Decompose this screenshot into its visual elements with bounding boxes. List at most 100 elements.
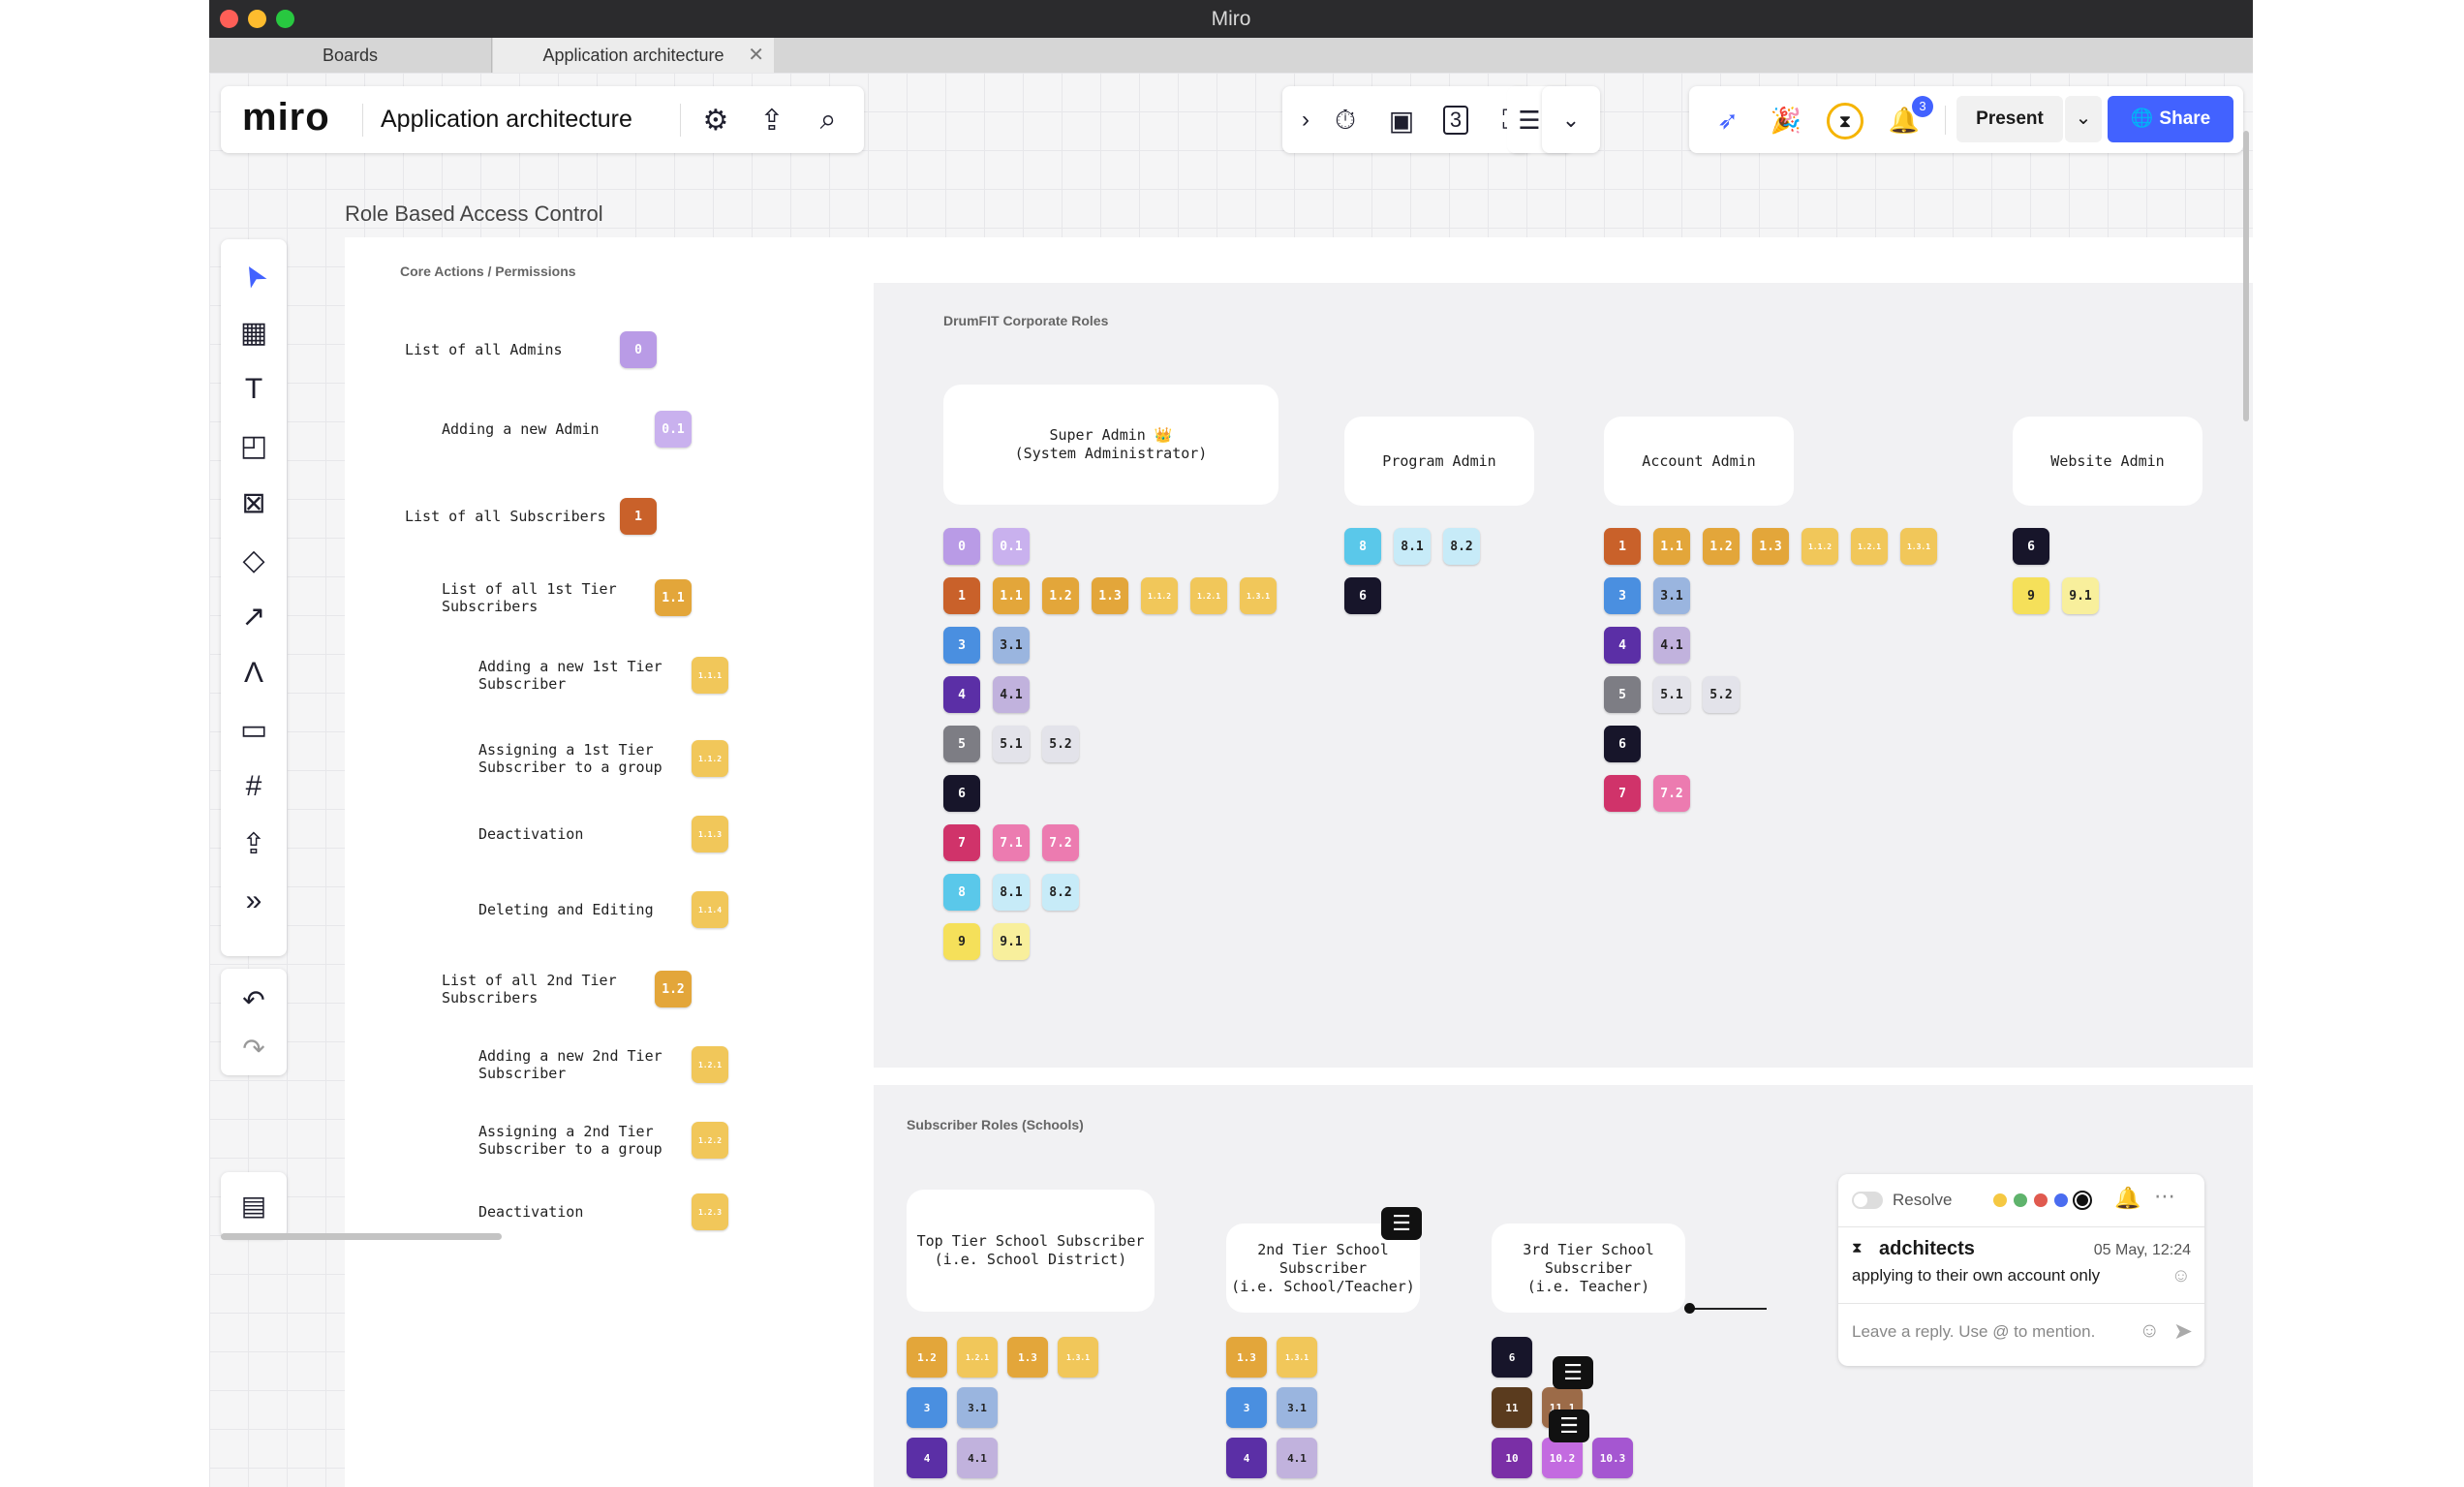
- search-icon[interactable]: ⌕: [808, 100, 848, 140]
- zoom-window-button[interactable]: [276, 10, 294, 28]
- permission-badge[interactable]: 6: [1492, 1337, 1532, 1378]
- shapes-icon[interactable]: ◇: [234, 541, 273, 579]
- role-card[interactable]: Super Admin 👑 (System Administrator): [943, 385, 1278, 505]
- permission-item[interactable]: List of all Admins: [399, 323, 614, 377]
- permission-badge[interactable]: 1.1.2: [1141, 577, 1178, 614]
- send-icon[interactable]: ➤: [2173, 1317, 2193, 1346]
- permission-badge[interactable]: 1.1.2: [1802, 528, 1838, 565]
- template-icon[interactable]: ▦: [234, 314, 273, 353]
- minimize-window-button[interactable]: [248, 10, 266, 28]
- permission-badge[interactable]: 0: [943, 528, 980, 565]
- frame-icon[interactable]: #: [234, 767, 273, 806]
- permission-badge[interactable]: 4.1: [993, 676, 1030, 713]
- permission-badge[interactable]: 9: [2013, 577, 2049, 614]
- color-dot-blue[interactable]: [2054, 1193, 2068, 1207]
- permission-badge[interactable]: 6: [1344, 577, 1381, 614]
- permission-badge[interactable]: 1.2: [907, 1337, 947, 1378]
- horizontal-scrollbar[interactable]: [221, 1233, 502, 1240]
- permission-badge[interactable]: 4.1: [957, 1438, 998, 1478]
- role-card[interactable]: 3rd Tier School Subscriber (i.e. Teacher…: [1492, 1224, 1685, 1313]
- permission-badge[interactable]: 4.1: [1653, 627, 1690, 664]
- permission-item[interactable]: Adding a new Admin: [436, 402, 651, 456]
- arrow-icon[interactable]: ↗: [234, 598, 273, 636]
- permission-badge[interactable]: 1.1.3: [692, 816, 728, 852]
- permission-badge[interactable]: 1.3.1: [1058, 1337, 1098, 1378]
- permission-badge[interactable]: 7: [943, 824, 980, 861]
- voting-icon[interactable]: ▣: [1383, 102, 1420, 139]
- vertical-scrollbar[interactable]: [2243, 131, 2249, 421]
- upload-icon[interactable]: ⇪: [234, 824, 273, 863]
- permission-badge[interactable]: 1.2.1: [1851, 528, 1888, 565]
- close-tab-icon[interactable]: ✕: [748, 38, 764, 73]
- permission-badge[interactable]: 8.2: [1443, 528, 1480, 565]
- permission-badge[interactable]: 6: [2013, 528, 2049, 565]
- permission-item[interactable]: Deactivation: [473, 805, 688, 863]
- more-options-icon[interactable]: ⋯: [2154, 1184, 2175, 1209]
- role-card[interactable]: Website Admin: [2013, 417, 2202, 506]
- bell-icon[interactable]: 🔔: [2114, 1186, 2141, 1211]
- board-panel-toggle[interactable]: ▤: [221, 1172, 287, 1238]
- close-window-button[interactable]: [220, 10, 238, 28]
- permission-badge[interactable]: 4: [1604, 627, 1641, 664]
- permission-badge[interactable]: 1.1: [1653, 528, 1690, 565]
- permission-badge[interactable]: 1.2: [655, 971, 692, 1007]
- permission-badge[interactable]: 3: [907, 1387, 947, 1428]
- tab-application-architecture[interactable]: Application architecture ✕: [493, 38, 774, 73]
- permission-badge[interactable]: 10.3: [1592, 1438, 1633, 1478]
- comment-marker-icon[interactable]: ☰: [1381, 1207, 1422, 1240]
- permission-item[interactable]: Assigning a 1st Tier Subscriber to a gro…: [473, 724, 688, 793]
- permission-badge[interactable]: 4: [943, 676, 980, 713]
- present-options-dropdown[interactable]: ⌄: [2065, 96, 2102, 142]
- tab-boards[interactable]: Boards: [209, 38, 492, 73]
- permission-badge[interactable]: 0: [620, 331, 657, 368]
- resolve-toggle[interactable]: [1852, 1192, 1883, 1209]
- permission-badge[interactable]: 1.3.1: [1900, 528, 1937, 565]
- permission-badge[interactable]: 1.2: [1042, 577, 1079, 614]
- permission-item[interactable]: Adding a new 2nd Tier Subscriber: [473, 1030, 688, 1100]
- permission-badge[interactable]: 1.2.3: [692, 1193, 728, 1230]
- permission-badge[interactable]: 3.1: [993, 627, 1030, 664]
- timer-icon[interactable]: ⏱: [1327, 102, 1364, 139]
- permission-badge[interactable]: 3: [1226, 1387, 1267, 1428]
- comment-marker-icon[interactable]: ☰: [1549, 1410, 1589, 1442]
- sticky-note-icon[interactable]: ◰: [234, 427, 273, 466]
- permission-badge[interactable]: 3: [943, 627, 980, 664]
- redo-icon[interactable]: ↷: [234, 1029, 273, 1068]
- permission-item[interactable]: List of all 2nd Tier Subscribers: [436, 954, 651, 1024]
- permission-badge[interactable]: 9: [943, 923, 980, 960]
- pen-icon[interactable]: Ʌ: [234, 654, 273, 693]
- export-icon[interactable]: ⇪: [752, 100, 792, 140]
- color-dot-red[interactable]: [2034, 1193, 2048, 1207]
- text-icon[interactable]: T: [234, 370, 273, 409]
- comment-icon[interactable]: ▭: [234, 711, 273, 750]
- permission-badge[interactable]: 1.3: [1092, 577, 1128, 614]
- permission-badge[interactable]: 1.1: [993, 577, 1030, 614]
- permission-badge[interactable]: 7: [1604, 775, 1641, 812]
- permission-badge[interactable]: 1.2.1: [692, 1046, 728, 1083]
- permission-badge[interactable]: 11: [1492, 1387, 1532, 1428]
- permission-badge[interactable]: 6: [1604, 726, 1641, 762]
- permission-badge[interactable]: 1.3: [1007, 1337, 1048, 1378]
- permission-badge[interactable]: 1.1.2: [692, 740, 728, 777]
- color-dot-yellow[interactable]: [1993, 1193, 2007, 1207]
- permission-item[interactable]: Deleting and Editing: [473, 881, 688, 939]
- permission-badge[interactable]: 1.1.4: [692, 891, 728, 928]
- comment-marker-icon[interactable]: ☰: [1553, 1356, 1593, 1389]
- permission-badge[interactable]: 1.2.1: [1190, 577, 1227, 614]
- cursor-icon[interactable]: ➤: [228, 250, 281, 303]
- permission-badge[interactable]: 5.1: [1653, 676, 1690, 713]
- present-button[interactable]: Present: [1956, 96, 2063, 142]
- permission-badge[interactable]: 3.1: [1653, 577, 1690, 614]
- cursor-tracking-icon[interactable]: ➶: [1709, 102, 1747, 139]
- permission-badge[interactable]: 5: [943, 726, 980, 762]
- color-dot-green[interactable]: [2014, 1193, 2027, 1207]
- permission-item[interactable]: List of all Subscribers: [399, 489, 614, 543]
- permission-badge[interactable]: 1.2.1: [957, 1337, 998, 1378]
- avatar[interactable]: ⧗: [1827, 103, 1863, 139]
- chevron-right-icon[interactable]: ›: [1290, 102, 1321, 139]
- permission-badge[interactable]: 8: [1344, 528, 1381, 565]
- settings-icon[interactable]: ⚙: [695, 100, 736, 140]
- emoji-icon[interactable]: ☺: [2140, 1319, 2160, 1343]
- reply-input[interactable]: Leave a reply. Use @ to mention.: [1852, 1322, 2095, 1342]
- role-card[interactable]: Top Tier School Subscriber (i.e. School …: [907, 1190, 1155, 1312]
